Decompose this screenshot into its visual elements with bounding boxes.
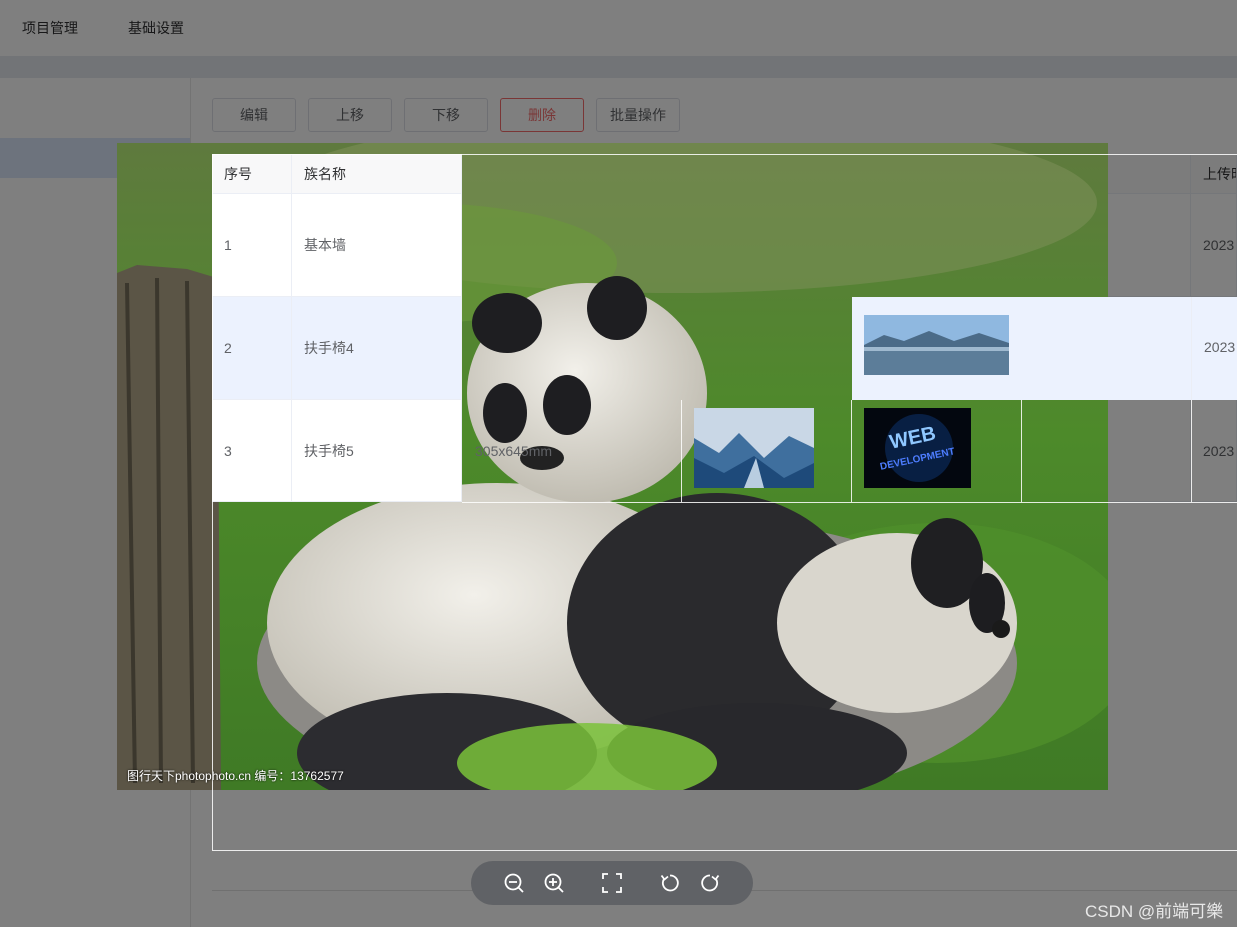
- viewer-toolbar: [471, 861, 753, 905]
- zoom-out-icon[interactable]: [503, 872, 525, 894]
- frame-divider: [1021, 400, 1022, 502]
- frame-divider: [1191, 400, 1192, 502]
- zoom-in-icon[interactable]: [543, 872, 565, 894]
- frame-divider: [851, 400, 852, 502]
- csdn-watermark: CSDN @前端可樂: [1085, 902, 1224, 921]
- frame-divider: [462, 502, 1237, 503]
- rotate-right-icon[interactable]: [699, 872, 721, 894]
- image-watermark: 图行天下photophoto.cn 编号：13762577: [127, 769, 344, 783]
- frame-divider: [681, 400, 682, 502]
- rotate-left-icon[interactable]: [659, 872, 681, 894]
- fullscreen-icon[interactable]: [601, 872, 623, 894]
